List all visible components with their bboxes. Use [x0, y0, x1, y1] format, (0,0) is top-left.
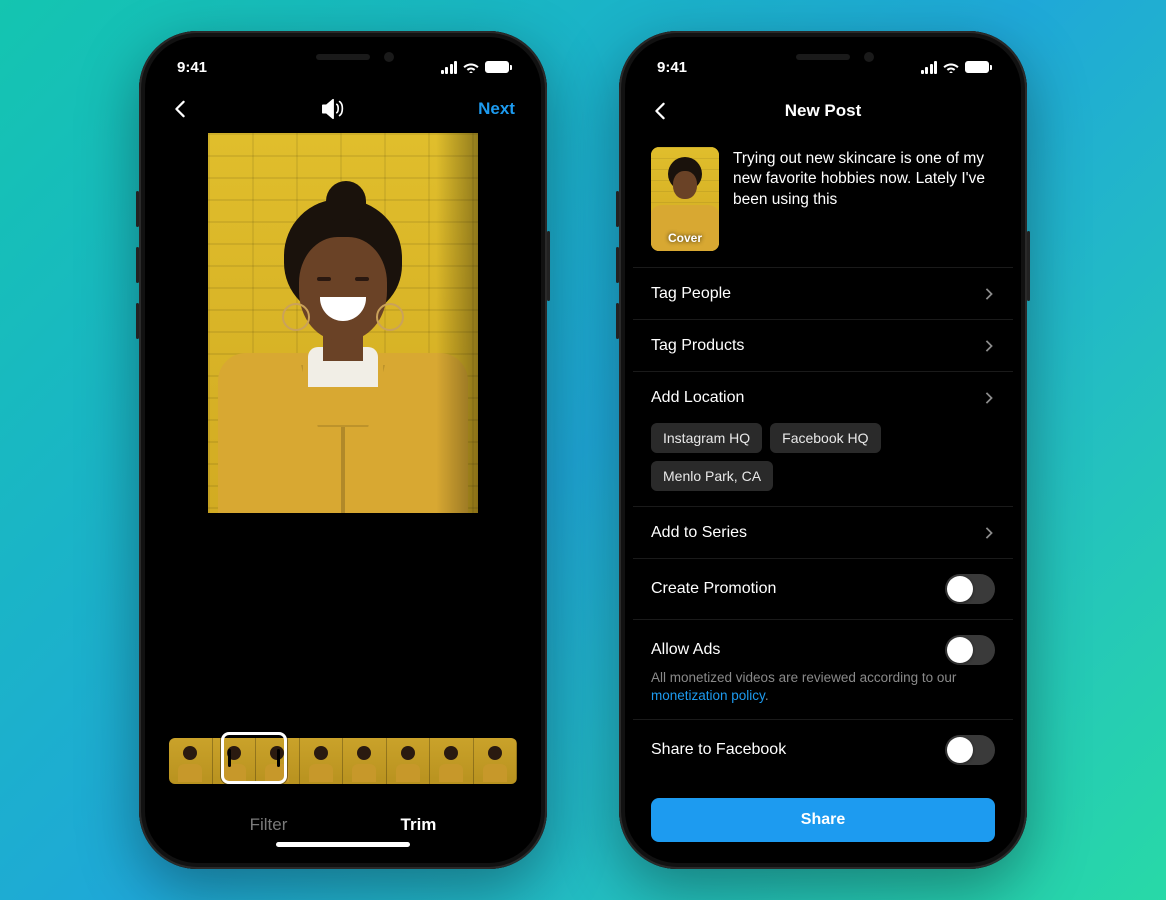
nav-bar: New Post — [633, 89, 1013, 133]
row-label: Share to Facebook — [651, 741, 786, 759]
cover-label: Cover — [651, 231, 719, 245]
page-title: New Post — [785, 101, 862, 121]
row-tag-products[interactable]: Tag Products — [633, 319, 1013, 371]
compose-area: Cover Trying out new skincare is one of … — [633, 133, 1013, 267]
screen-video-edit: 9:41 Next — [153, 45, 533, 855]
share-button[interactable]: Share — [651, 798, 995, 842]
toggle-share-facebook[interactable] — [945, 735, 995, 765]
row-add-to-series[interactable]: Add to Series — [633, 506, 1013, 558]
location-chip[interactable]: Facebook HQ — [770, 423, 880, 453]
row-label: Tag People — [651, 285, 731, 303]
nav-bar: Next — [153, 89, 533, 133]
status-indicators — [441, 61, 510, 74]
screen-new-post: 9:41 New Post Cover Trying out new skinc… — [633, 45, 1013, 855]
wifi-icon — [463, 61, 479, 73]
edit-tabs: Filter Trim — [153, 787, 533, 835]
chevron-right-icon — [983, 527, 995, 539]
status-time: 9:41 — [177, 59, 207, 76]
phone-left: 9:41 Next — [139, 31, 547, 869]
sound-icon[interactable] — [321, 98, 347, 120]
row-label: Add to Series — [651, 524, 747, 542]
row-tag-people[interactable]: Tag People — [633, 267, 1013, 319]
video-preview[interactable] — [153, 133, 533, 643]
home-indicator[interactable] — [276, 842, 410, 847]
status-time: 9:41 — [657, 59, 687, 76]
toggle-allow-ads[interactable] — [945, 635, 995, 665]
chevron-right-icon — [983, 340, 995, 352]
wifi-icon — [943, 61, 959, 73]
back-icon[interactable] — [171, 100, 189, 118]
status-indicators — [921, 61, 990, 74]
caption-input[interactable]: Trying out new skincare is one of my new… — [733, 147, 995, 251]
trim-timeline[interactable] — [169, 735, 517, 787]
chevron-right-icon — [983, 288, 995, 300]
location-suggestions: Instagram HQ Facebook HQ Menlo Park, CA — [633, 423, 1013, 506]
battery-icon — [485, 61, 509, 73]
phone-right: 9:41 New Post Cover Trying out new skinc… — [619, 31, 1027, 869]
row-label: Add Location — [651, 389, 744, 407]
trim-selection-handle[interactable] — [221, 732, 287, 784]
row-label: Create Promotion — [651, 580, 776, 598]
notch — [248, 45, 438, 75]
video-frame — [208, 133, 478, 513]
toggle-create-promotion[interactable] — [945, 574, 995, 604]
location-chip[interactable]: Menlo Park, CA — [651, 461, 773, 491]
row-label: Tag Products — [651, 337, 744, 355]
monetization-policy-link[interactable]: monetization policy — [651, 688, 765, 703]
row-share-facebook: Share to Facebook — [633, 719, 1013, 780]
tab-trim[interactable]: Trim — [401, 815, 437, 835]
battery-icon — [965, 61, 989, 73]
row-add-location[interactable]: Add Location — [633, 371, 1013, 423]
row-create-promotion: Create Promotion — [633, 558, 1013, 619]
back-icon[interactable] — [651, 102, 669, 120]
row-label: Allow Ads — [651, 641, 720, 659]
cover-thumbnail[interactable]: Cover — [651, 147, 719, 251]
location-chip[interactable]: Instagram HQ — [651, 423, 762, 453]
save-as-draft-button[interactable]: Save as Draft — [633, 842, 1013, 855]
row-allow-ads: Allow Ads All monetized videos are revie… — [633, 619, 1013, 719]
allow-ads-subtext: All monetized videos are reviewed accord… — [651, 669, 995, 705]
next-button[interactable]: Next — [478, 99, 515, 119]
cellular-icon — [921, 61, 938, 74]
chevron-right-icon — [983, 392, 995, 404]
cellular-icon — [441, 61, 458, 74]
notch — [728, 45, 918, 75]
tab-filter[interactable]: Filter — [250, 815, 288, 835]
